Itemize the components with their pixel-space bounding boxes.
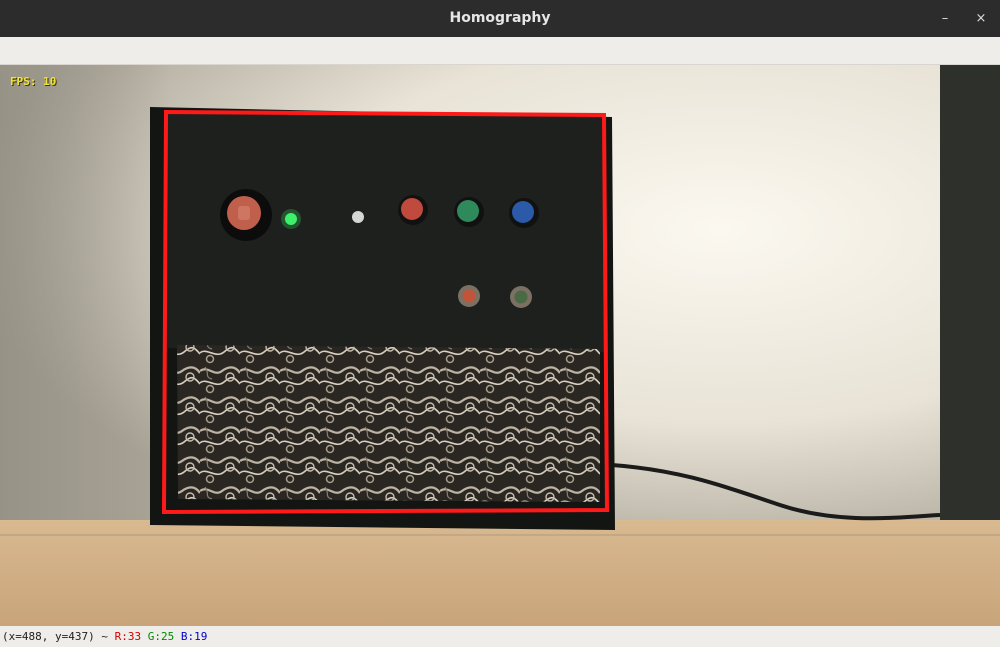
close-button[interactable]: × xyxy=(966,0,996,37)
main-rocker-switch xyxy=(220,189,272,241)
green-knob xyxy=(454,197,484,227)
wall-shadow xyxy=(0,65,170,535)
blue-knob xyxy=(509,198,539,228)
red-pushbutton xyxy=(458,285,480,307)
marbled-panel xyxy=(177,345,600,502)
status-blue: B:19 xyxy=(180,630,208,643)
red-knob xyxy=(398,195,428,225)
window-title: Homography xyxy=(449,10,551,26)
camera-frame xyxy=(0,65,1000,626)
white-led xyxy=(352,211,364,223)
status-coords: (x=488, y=437) ~ xyxy=(2,630,115,643)
status-bar: (x=488, y=437) ~ R:33 G:25 B:19 xyxy=(0,626,1000,647)
green-pushbutton xyxy=(510,286,532,308)
title-bar: Homography – × xyxy=(0,0,1000,37)
camera-view[interactable]: FPS: 10 xyxy=(0,65,1000,626)
status-red: R:33 xyxy=(114,630,142,643)
minimize-button[interactable]: – xyxy=(930,0,960,37)
fps-counter: FPS: 10 xyxy=(10,75,57,88)
status-green: G:25 xyxy=(147,630,175,643)
toolbar xyxy=(0,37,1000,65)
dark-object-right xyxy=(940,65,1000,545)
